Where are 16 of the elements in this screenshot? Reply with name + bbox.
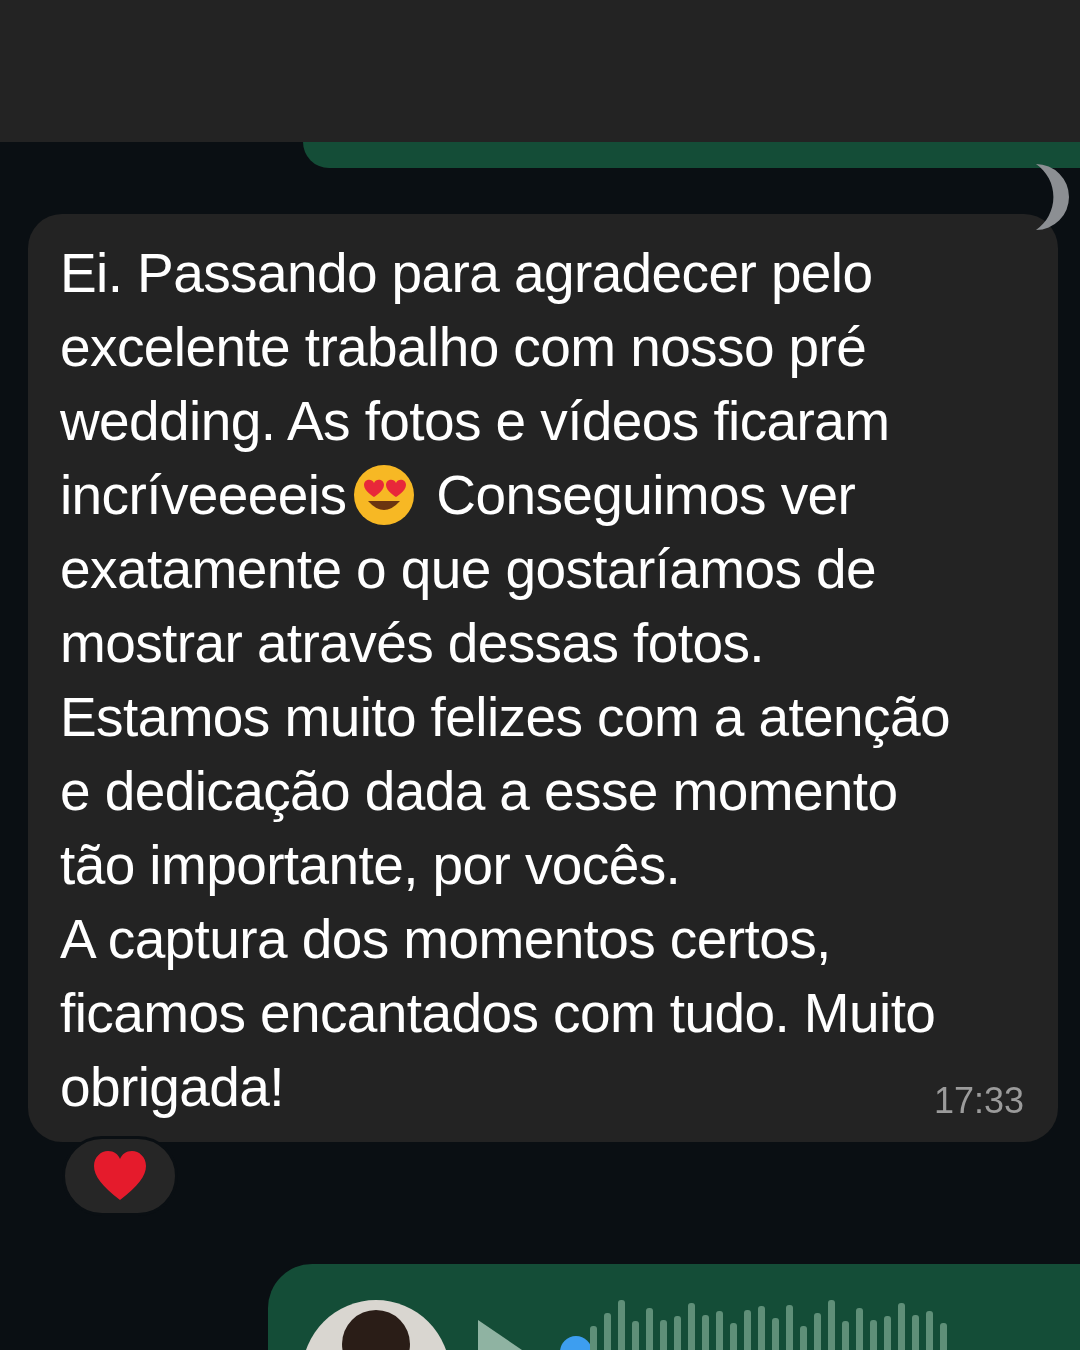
message-text: Estamos muito felizes com a atenção — [60, 685, 950, 750]
message-text: excelente trabalho com nosso pré — [60, 315, 867, 380]
message-text: Conseguimos ver — [436, 463, 856, 528]
message-text: tão importante, por vocês. — [60, 833, 681, 898]
message-text: obrigada! — [60, 1055, 284, 1120]
message-text: incríveeeeis — [60, 463, 347, 528]
message-text: exatamente o que gostaríamos de — [60, 537, 877, 602]
message-text: Ei. Passando para agradecer pelo — [60, 241, 873, 306]
message-text: ficamos encantados com tudo. Muito — [60, 981, 936, 1046]
message-text: e dedicação dada a esse momento — [60, 759, 898, 824]
message-text: mostrar através dessas fotos. — [60, 611, 764, 676]
message-text: A captura dos momentos certos, — [60, 907, 831, 972]
moon-drawing — [1036, 164, 1072, 230]
heart-icon — [92, 1150, 148, 1202]
message-text: wedding. As fotos e vídeos ficaram — [60, 389, 890, 454]
timestamp: 17:33 — [933, 1079, 1024, 1123]
